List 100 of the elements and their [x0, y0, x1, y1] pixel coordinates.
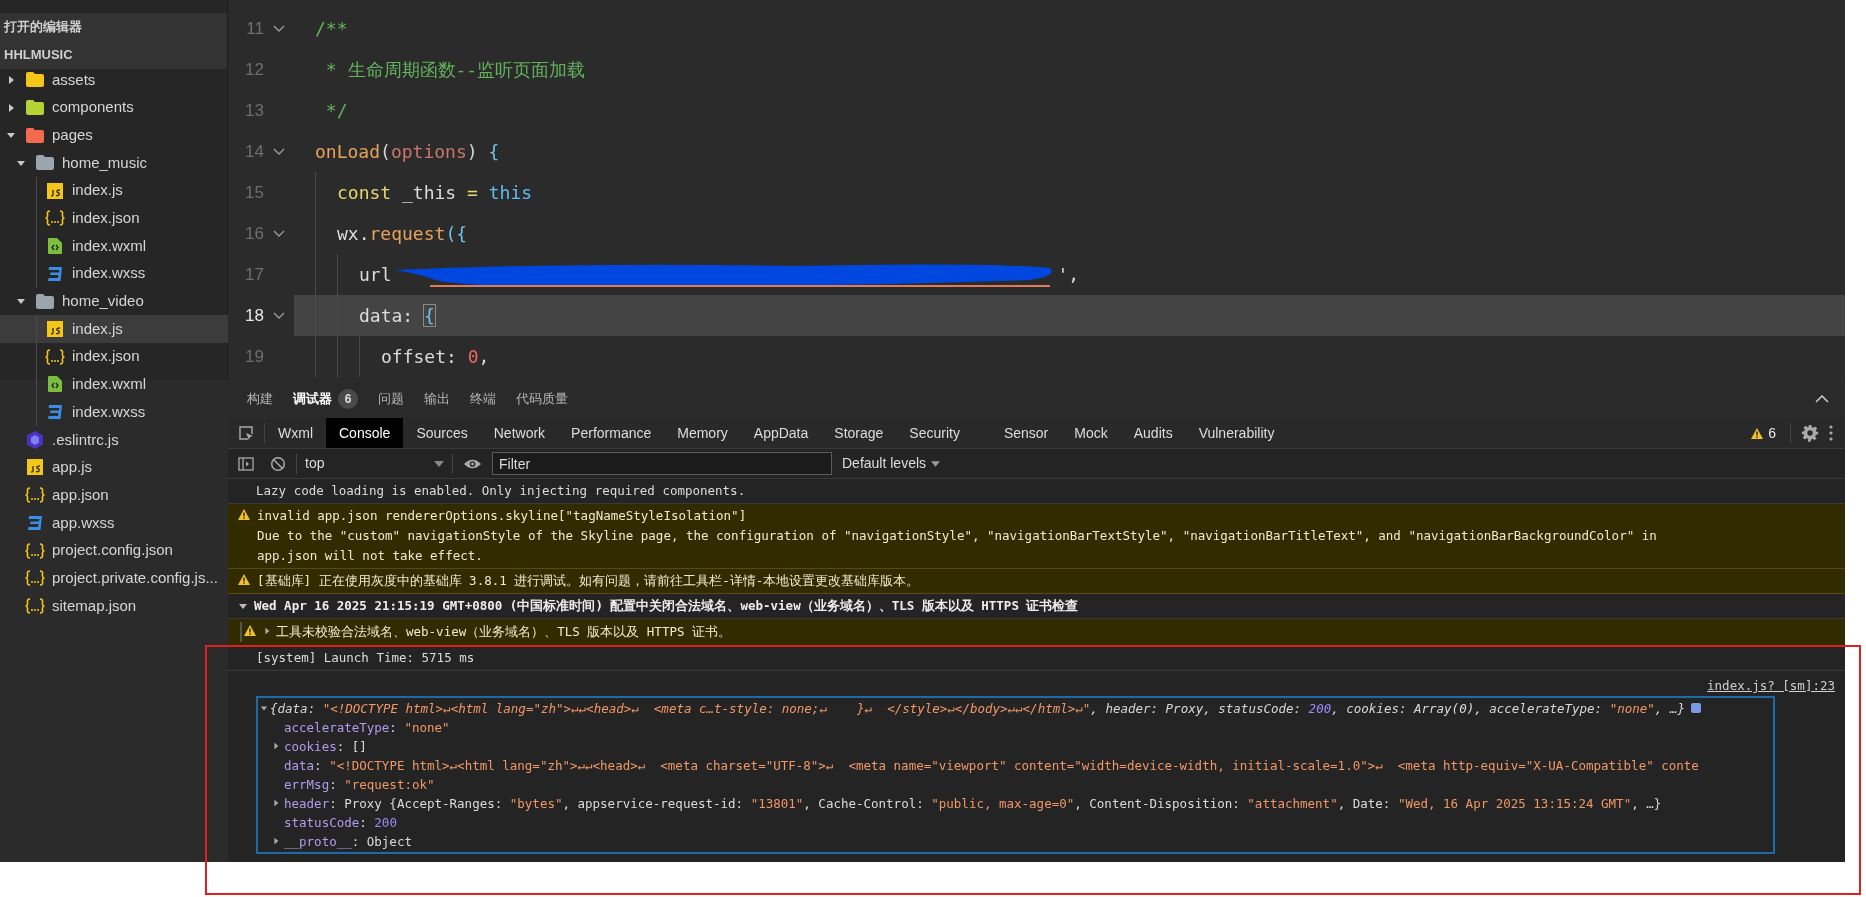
- folder-icon: [26, 72, 44, 88]
- eye-icon[interactable]: [463, 457, 482, 470]
- devtools-tab[interactable]: Audits: [1120, 418, 1186, 448]
- code-text: /**: [315, 17, 348, 41]
- source-link[interactable]: index.js? [sm]:23: [1707, 677, 1835, 696]
- file-tree-item[interactable]: .eslintrc.js: [0, 425, 228, 454]
- fold-chevron-icon[interactable]: [273, 311, 285, 320]
- file-tree-item[interactable]: project.config.json: [0, 536, 228, 565]
- devtools-tab[interactable]: Memory: [664, 418, 741, 448]
- js-file-icon: [47, 321, 63, 338]
- filter-field[interactable]: Filter: [492, 452, 832, 475]
- panel-tab[interactable]: 终端: [463, 380, 503, 418]
- object-property: __proto__: Object: [284, 832, 412, 851]
- file-tree-item[interactable]: home_video: [0, 287, 228, 316]
- file-tree-item[interactable]: pages: [0, 121, 228, 150]
- caret-icon[interactable]: [272, 742, 280, 751]
- file-tree-item[interactable]: app.js: [0, 453, 228, 482]
- caret-icon[interactable]: [272, 837, 280, 846]
- devtools-tab[interactable]: Wxml: [265, 418, 326, 448]
- js-file-icon: [27, 459, 43, 476]
- object-property: header: Proxy {Accept-Ranges: "bytes", appservice-request-id: "13801", Cache-Control: "public, max-age=0", Content-Disposition: "attachment", Date: "Wed, 16 Apr 2025 13:15:24 GMT", …}: [284, 794, 1662, 813]
- file-tree-item[interactable]: index.json: [0, 342, 228, 371]
- line-number: 15: [244, 181, 264, 204]
- caret-icon[interactable]: [263, 627, 271, 635]
- code-text: wx.request({: [337, 222, 468, 246]
- console-object[interactable]: [256, 695, 1775, 854]
- warning-icon: [238, 509, 250, 520]
- warning-icon: [244, 625, 256, 636]
- file-name: project.config.json: [52, 540, 173, 561]
- expand-caret-icon[interactable]: [6, 74, 16, 85]
- file-tree-item[interactable]: index.wxss: [0, 259, 228, 288]
- stylesheet-icon: [47, 265, 63, 282]
- code-text: data: {: [359, 304, 435, 328]
- devtools-tab[interactable]: Mock: [1061, 418, 1121, 448]
- line-number: 12: [244, 58, 264, 81]
- fold-chevron-icon[interactable]: [273, 229, 285, 238]
- line-number: 11: [245, 17, 264, 40]
- warning-counter[interactable]: 6: [1751, 422, 1776, 444]
- devtools-tab[interactable]: AppData: [740, 418, 822, 448]
- file-tree-item[interactable]: app.json: [0, 481, 228, 509]
- devtools-tab[interactable]: Network: [480, 418, 559, 448]
- file-tree-item[interactable]: project.private.config.js...: [0, 564, 228, 593]
- project-title: HHLMUSIC: [4, 45, 73, 64]
- braces-icon: [25, 570, 45, 587]
- file-tree-item[interactable]: index.wxss: [0, 398, 228, 426]
- devtools-tab[interactable]: Console: [326, 418, 404, 448]
- file-name: index.wxss: [72, 401, 146, 422]
- devtools-tab[interactable]: Performance: [558, 418, 665, 448]
- file-tree-item[interactable]: components: [0, 93, 228, 122]
- file-tree-item[interactable]: index.js: [0, 176, 228, 205]
- expand-caret-icon[interactable]: [260, 704, 268, 713]
- file-tree-item[interactable]: index.wxml: [0, 370, 228, 399]
- braces-icon: [45, 348, 65, 365]
- panel-tab[interactable]: 输出: [417, 380, 457, 418]
- expand-caret-icon[interactable]: [6, 102, 16, 113]
- file-tree-item[interactable]: index.wxml: [0, 232, 228, 260]
- braces-icon: [45, 210, 65, 227]
- devtools-tab[interactable]: Vulnerability: [1185, 418, 1288, 448]
- settings-icon[interactable]: [1801, 424, 1819, 442]
- more-options-icon[interactable]: [1829, 425, 1833, 441]
- file-name: index.wxss: [72, 263, 146, 284]
- group-caret-icon[interactable]: [238, 601, 248, 611]
- panel-tab[interactable]: 构建: [240, 380, 280, 418]
- devtools-tab[interactable]: Sources: [403, 418, 481, 448]
- log-levels-dropdown[interactable]: Default levels: [842, 453, 941, 474]
- file-name: sitemap.json: [52, 595, 137, 616]
- dropdown-arrow-icon: [434, 460, 444, 467]
- file-name: index.wxml: [72, 374, 147, 395]
- file-tree-item[interactable]: assets: [0, 66, 228, 94]
- file-tree-item[interactable]: index.json: [0, 204, 228, 233]
- line-number: 19: [244, 345, 264, 368]
- clear-console-icon[interactable]: [270, 455, 286, 472]
- line-number: 18: [244, 304, 264, 327]
- file-name: index.wxml: [72, 235, 147, 256]
- collapse-chevron-icon[interactable]: [1815, 395, 1829, 403]
- devtools-tab[interactable]: Sensor: [990, 418, 1062, 448]
- panel-tab[interactable]: 代码质量: [509, 380, 575, 418]
- caret-icon[interactable]: [272, 799, 280, 808]
- file-tree-item[interactable]: app.wxss: [0, 509, 228, 537]
- context-select[interactable]: top: [297, 453, 452, 474]
- panel-tab[interactable]: 问题: [371, 380, 411, 418]
- devtools-tab[interactable]: Security: [896, 418, 973, 448]
- sidebar-toggle-icon[interactable]: [238, 455, 254, 472]
- file-name: pages: [52, 124, 93, 145]
- fold-chevron-icon[interactable]: [273, 24, 285, 33]
- inspect-icon[interactable]: [238, 425, 254, 441]
- code-text: ',: [1057, 263, 1080, 287]
- object-summary: {data: "<!DOCTYPE html>↵<html lang="zh">↵↵<head>↵ <meta c…t-style: none;↵ }↵ </style>↵</body>↵↵</html>↵", header: Proxy, statusCode: 200, cookies: Array(0), accelerateType: "none", …}: [270, 699, 1685, 718]
- file-tree-item[interactable]: home_music: [0, 149, 228, 177]
- line-number: 14: [244, 140, 264, 163]
- file-tree-item[interactable]: sitemap.json: [0, 592, 228, 620]
- section-header: 打开的编辑器: [4, 18, 82, 37]
- console-message: [system] Launch Time: 5715 ms: [256, 649, 475, 667]
- file-tree-item[interactable]: index.js: [0, 315, 228, 343]
- file-name: project.private.config.js...: [52, 567, 218, 588]
- panel-tab[interactable]: 调试器 6: [286, 380, 365, 418]
- object-property: statusCode: 200: [284, 813, 397, 832]
- devtools-tab[interactable]: Storage: [821, 418, 897, 448]
- fold-chevron-icon[interactable]: [273, 147, 285, 156]
- info-icon: [1690, 703, 1701, 714]
